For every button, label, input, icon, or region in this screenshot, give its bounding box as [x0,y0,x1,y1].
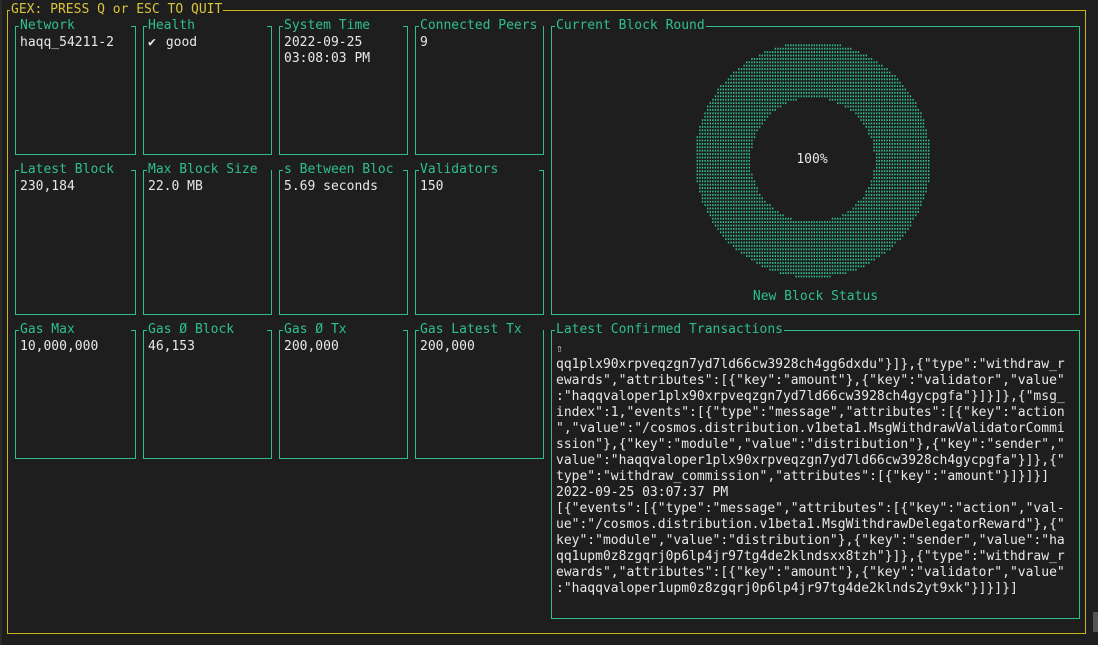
gas-latest-tx-title: Gas Latest Tx [419,322,543,338]
transaction-line: ue":"/cosmos.distribution.v1beta1.MsgWit… [556,517,1065,532]
validators-panel: Validators 150 [415,162,544,315]
block-round-panel: Current Block Round 100% New Block Statu… [551,18,1080,315]
connected-peers-panel: Connected Peers 9 [415,18,544,155]
transaction-line: [{"events":[{"type":"message","attribute… [556,501,1065,516]
gas-avg-block-title: Gas Ø Block [147,322,267,338]
block-time-value: 5.69 seconds [284,179,378,194]
gas-max-panel: Gas Max 10,000,000 [15,322,136,459]
transaction-line: type":"withdraw_commission","attributes"… [556,469,1050,484]
transactions-title: Latest Confirmed Transactions [555,322,784,338]
system-time-value: 2022-09-25 03:08:03 PM [284,35,370,67]
transaction-line: qq1upm0z8zgqrj0p6lp4jr97tg4de2klndsxx8tz… [556,549,1065,564]
health-value: good [165,35,198,50]
network-panel: Network haqq_54211-2 [15,18,136,155]
transaction-line: ewards","attributes":[{"key":"amount"},{… [556,565,1065,580]
gas-avg-tx-title: Gas Ø Tx [283,322,403,338]
check-icon: ✔ [148,35,156,50]
gas-max-title: Gas Max [19,322,131,338]
gas-avg-tx-panel: Gas Ø Tx 200,000 [279,322,408,459]
transaction-line: 2022-09-25 03:07:37 PM [556,485,729,500]
gas-avg-tx-value: 200,000 [284,339,339,354]
transaction-line: :"haqqvaloper1plx90xrpveqzgn7yd7ld66cw39… [556,389,1065,404]
system-time-title: System Time [283,18,403,34]
transaction-line: ewards","attributes":[{"key":"amount"},{… [556,373,1065,388]
system-clock: 03:08:03 PM [284,51,371,66]
gas-max-value: 10,000,000 [20,339,99,354]
gas-latest-tx-value: 200,000 [420,339,475,354]
latest-block-panel: Latest Block 230,184 [15,162,136,315]
transactions-log[interactable]: ⇧ qq1plx90xrpveqzgn7yd7ld66cw3928ch4gg6d… [556,341,1076,597]
health-title: Health [147,18,267,34]
block-round-label: New Block Status [752,289,879,304]
validators-title: Validators [419,162,539,178]
transaction-line: ssion"},{"key":"module","value":"distrib… [556,437,1065,452]
block-time-panel: s Between Bloc 5.69 seconds [279,162,408,315]
health-panel: Health ✔ good [143,18,272,155]
transactions-lines: qq1plx90xrpveqzgn7yd7ld66cw3928ch4gg6dxd… [556,357,1076,597]
window-title: GEX: PRESS Q or ESC TO QUIT [10,2,224,18]
transactions-panel[interactable]: Latest Confirmed Transactions ⇧ qq1plx90… [551,322,1080,619]
latest-block-title: Latest Block [19,162,131,178]
scroll-up-icon[interactable]: ⇧ [556,341,1076,357]
block-round-title: Current Block Round [555,18,706,34]
transaction-line: ","value":"/cosmos.distribution.v1beta1.… [556,421,1065,436]
gas-avg-block-value: 46,153 [148,339,195,354]
connected-peers-value: 9 [420,35,428,50]
system-time-panel: System Time 2022-09-25 03:08:03 PM [279,18,408,155]
block-round-donut: 100% [692,39,932,279]
terminal-left-edge [0,0,2,645]
gas-avg-block-panel: Gas Ø Block 46,153 [143,322,272,459]
transaction-line: key":"module","value":"distribution"},{"… [556,533,1065,548]
block-round-percent: 100% [796,151,828,167]
transaction-line: value":"haqqvaloper1plx90xrpveqzgn7yd7ld… [556,453,1065,468]
system-date: 2022-09-25 [284,35,363,50]
transaction-line: qq1plx90xrpveqzgn7yd7ld66cw3928ch4gg6dxd… [556,357,1065,372]
scrollbar-thumb[interactable] [1093,612,1098,632]
connected-peers-title: Connected Peers [419,18,543,34]
network-value: haqq_54211-2 [20,35,114,50]
max-block-size-title: Max Block Size [147,162,271,178]
network-title: Network [19,18,131,34]
latest-block-value: 230,184 [20,179,75,194]
max-block-size-panel: Max Block Size 22.0 MB [143,162,272,315]
block-time-title: s Between Bloc [283,162,403,178]
transaction-line: index":1,"events":[{"type":"message","at… [556,405,1065,420]
transaction-line: :"haqqvaloper1upm0z8zgqrj0p6lp4jr97tg4de… [556,581,1018,596]
max-block-size-value: 22.0 MB [148,179,203,194]
validators-value: 150 [420,179,444,194]
health-value-row: ✔ good [148,35,197,51]
gas-latest-tx-panel: Gas Latest Tx 200,000 [415,322,544,459]
